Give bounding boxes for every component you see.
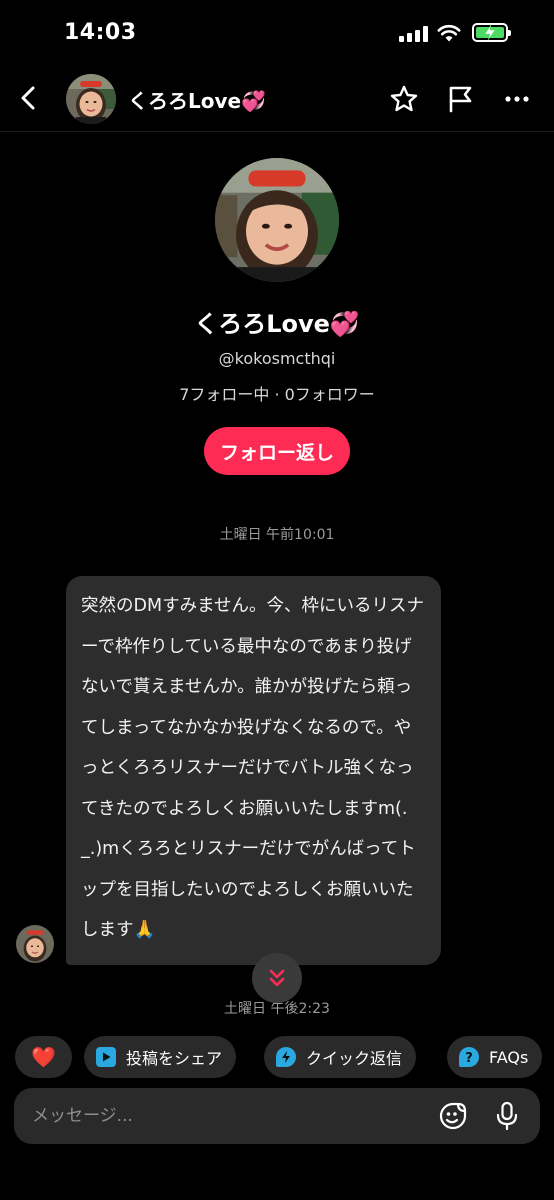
heart-icon: ❤️ (31, 1045, 56, 1069)
quick-reply-chip[interactable]: クイック返信 (264, 1036, 417, 1078)
message-composer (14, 1088, 540, 1144)
heart-reaction-chip[interactable]: ❤️ (15, 1036, 72, 1078)
profile-avatar[interactable] (215, 158, 339, 282)
play-square-icon (96, 1047, 116, 1067)
message-bubble[interactable]: 突然のDMすみません。今、枠にいるリスナーで枠作りしている最中なのであまり投げな… (66, 576, 441, 965)
sticker-emoji-icon[interactable] (438, 1101, 468, 1131)
report-flag-icon[interactable] (446, 84, 476, 114)
battery-icon (472, 23, 511, 42)
svg-text:?: ? (465, 1051, 473, 1064)
scroll-to-bottom-button[interactable] (252, 953, 302, 1003)
header-avatar[interactable] (66, 74, 116, 124)
double-chevron-down-icon (269, 969, 285, 987)
profile-follow-stats: 7フォロー中 · 0フォロワー (179, 385, 375, 404)
microphone-icon[interactable] (492, 1101, 522, 1131)
header-name[interactable]: くろろLove💞 (128, 85, 266, 114)
lightning-chat-icon (276, 1047, 296, 1067)
signal-icon (399, 26, 429, 42)
wifi-icon (437, 24, 461, 42)
share-post-chip[interactable]: 投稿をシェア (84, 1036, 237, 1078)
status-time: 14:03 (64, 20, 137, 45)
message-timestamp: 土曜日 午前10:01 (219, 527, 335, 543)
more-options-icon[interactable] (502, 84, 532, 114)
quick-reply-label: クイック返信 (306, 1049, 403, 1068)
question-chat-icon: ? (459, 1047, 479, 1067)
chat-header: くろろLove💞 (0, 66, 554, 132)
sender-avatar[interactable] (16, 925, 54, 963)
status-bar: 14:03 (0, 0, 554, 66)
back-chevron-icon[interactable] (14, 83, 44, 113)
share-post-label: 投稿をシェア (126, 1049, 223, 1068)
follow-back-button[interactable]: フォロー返し (204, 427, 350, 475)
faqs-label: FAQs (489, 1047, 529, 1067)
profile-name: くろろLove💞 (194, 310, 360, 338)
profile-handle: @kokosmcthqi (218, 349, 336, 368)
faqs-chip[interactable]: ? FAQs (447, 1036, 543, 1078)
star-icon[interactable] (389, 84, 419, 114)
message-input[interactable] (32, 1088, 422, 1144)
